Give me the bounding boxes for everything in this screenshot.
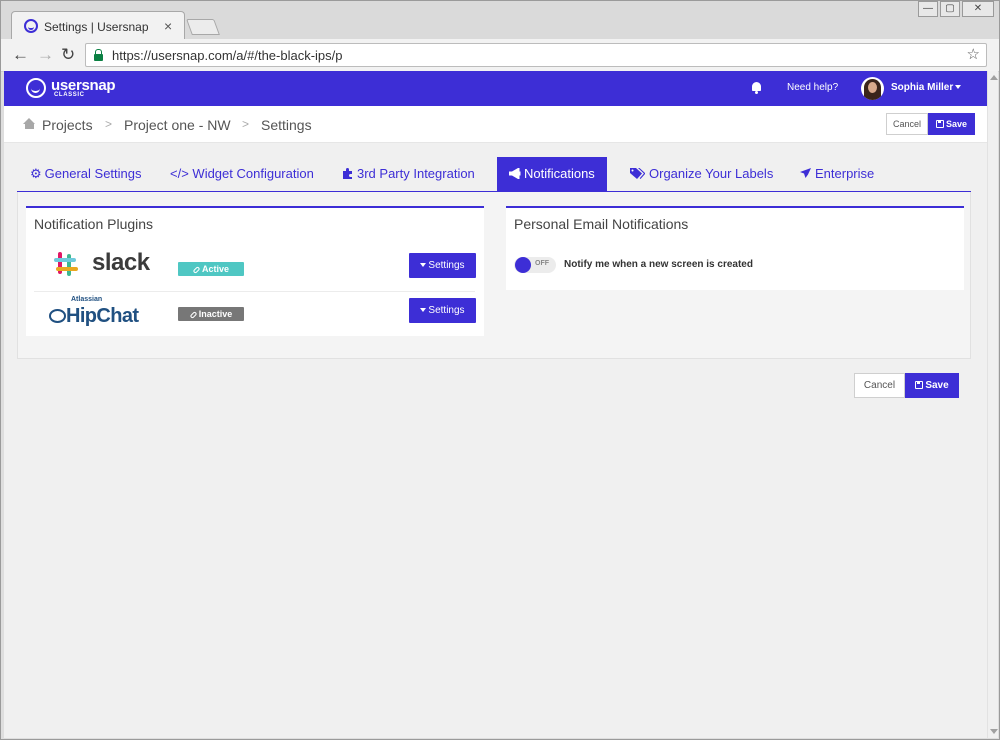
tab-close-icon[interactable]: ×	[164, 18, 172, 34]
minimize-button[interactable]: —	[918, 1, 938, 17]
breadcrumb-separator: >	[242, 117, 250, 131]
reload-icon[interactable]: ↻	[61, 45, 75, 65]
help-link[interactable]: Need help?	[787, 82, 838, 93]
hipchat-wordmark: HipChat	[66, 305, 139, 327]
maximize-button[interactable]: ▢	[940, 1, 960, 17]
email-notifications-panel: Personal Email Notifications OFF Notify …	[506, 206, 964, 290]
plane-icon	[800, 158, 811, 178]
bookmark-star-icon[interactable]: ☆	[967, 45, 980, 63]
slack-settings-button[interactable]: Settings	[409, 253, 476, 278]
tab-label: General Settings	[44, 166, 142, 181]
panel-title: Personal Email Notifications	[514, 216, 689, 232]
browser-tab[interactable]: Settings | Usersnap ×	[11, 11, 185, 40]
atlassian-label: Atlassian	[71, 296, 103, 303]
caret-down-icon	[420, 308, 427, 313]
notify-toggle[interactable]: OFF	[514, 257, 556, 273]
breadcrumb-current: Settings	[261, 117, 312, 133]
tab-label: Enterprise	[815, 166, 875, 181]
puzzle-icon	[342, 158, 353, 179]
tab-label: Organize Your Labels	[649, 166, 774, 181]
link-icon	[192, 266, 201, 274]
tab-label: 3rd Party Integration	[357, 166, 475, 181]
link-icon	[189, 311, 198, 319]
bell-icon[interactable]	[751, 82, 762, 94]
tab-title: Settings | Usersnap	[44, 20, 149, 34]
footer-cancel-button[interactable]: Cancel	[854, 373, 905, 398]
footer-save-button[interactable]: Save	[905, 373, 959, 398]
status-badge-inactive: Inactive	[178, 307, 244, 321]
brand-subtitle: CLASSIC	[54, 92, 85, 98]
plugin-row-slack: slack Active Settings	[34, 242, 476, 286]
url-text[interactable]: https://usersnap.com/a/#/the-black-ips/p	[112, 48, 343, 63]
caret-down-icon	[420, 263, 427, 268]
tab-widget-configuration[interactable]: </> Widget Configuration	[170, 157, 314, 191]
avatar-face	[868, 82, 877, 93]
tab-label: Notifications	[524, 166, 595, 181]
tab-notifications[interactable]: Notifications	[497, 157, 607, 191]
lock-icon	[94, 49, 103, 61]
panel-title: Notification Plugins	[34, 216, 154, 232]
breadcrumb-separator: >	[105, 117, 113, 131]
floppy-disk-icon	[935, 120, 944, 128]
back-arrow-icon[interactable]: ←	[12, 45, 29, 65]
user-menu[interactable]: Sophia Miller	[891, 82, 962, 93]
settings-label: Settings	[428, 260, 465, 271]
notification-plugins-panel: Notification Plugins slack Active Settin…	[26, 206, 484, 336]
browser-toolbar: ← → ↻ https://usersnap.com/a/#/the-black…	[1, 39, 999, 72]
tab-label: Widget Configuration	[192, 166, 314, 181]
slack-logo-icon	[51, 250, 79, 278]
top-navbar: usersnap CLASSIC Need help? Sophia Mille…	[4, 71, 987, 106]
hipchat-settings-button[interactable]: Settings	[409, 298, 476, 323]
tags-icon	[630, 158, 646, 179]
breadcrumb: Projects > Project one - NW > Settings C…	[4, 106, 987, 143]
gear-icon: ⚙	[30, 166, 42, 181]
chevron-down-icon	[955, 85, 962, 90]
header-cancel-button[interactable]: Cancel	[886, 113, 928, 135]
toggle-knob	[515, 257, 531, 273]
save-label: Save	[945, 119, 968, 129]
usersnap-logo-icon[interactable]	[26, 78, 46, 98]
avatar[interactable]	[861, 77, 884, 100]
toggle-state: OFF	[535, 260, 549, 267]
header-save-button[interactable]: Save	[928, 113, 975, 135]
app-viewport: usersnap CLASSIC Need help? Sophia Mille…	[4, 71, 987, 738]
notify-label: Notify me when a new screen is created	[564, 259, 753, 270]
tab-organize-labels[interactable]: Organize Your Labels	[630, 157, 773, 191]
breadcrumb-project[interactable]: Project one - NW	[124, 117, 231, 133]
close-window-button[interactable]: ✕	[962, 1, 994, 17]
tab-enterprise[interactable]: Enterprise	[800, 157, 874, 191]
slack-wordmark: slack	[92, 249, 150, 276]
save-label: Save	[925, 380, 949, 391]
hipchat-bubble-icon	[49, 309, 66, 323]
status-text: Inactive	[198, 309, 233, 319]
status-badge-active: Active	[178, 262, 244, 276]
forward-arrow-icon[interactable]: →	[37, 45, 54, 65]
tab-3rd-party-integration[interactable]: 3rd Party Integration	[342, 157, 475, 191]
breadcrumb-projects[interactable]: Projects	[42, 117, 93, 133]
floppy-disk-icon	[915, 381, 924, 389]
scroll-down-arrow-icon[interactable]	[990, 729, 998, 734]
tab-strip: Settings | Usersnap × — ▢ ✕	[1, 1, 999, 40]
scroll-up-arrow-icon[interactable]	[990, 75, 998, 80]
user-name: Sophia Miller	[891, 82, 954, 93]
code-icon: </>	[170, 166, 189, 181]
plugin-row-hipchat: Atlassian HipChat Inactive Settings	[34, 291, 476, 335]
settings-label: Settings	[428, 305, 465, 316]
address-bar[interactable]: https://usersnap.com/a/#/the-black-ips/p…	[85, 43, 987, 67]
status-text: Active	[201, 264, 229, 274]
bullhorn-icon	[508, 158, 521, 180]
settings-tabs: ⚙ General Settings </> Widget Configurati…	[17, 157, 971, 192]
home-icon[interactable]	[23, 118, 36, 129]
scrollbar[interactable]	[987, 71, 998, 738]
usersnap-favicon-icon	[24, 19, 38, 33]
tab-content: Notification Plugins slack Active Settin…	[17, 192, 971, 359]
tab-general-settings[interactable]: ⚙ General Settings	[30, 157, 142, 191]
new-tab-button[interactable]	[186, 19, 220, 35]
